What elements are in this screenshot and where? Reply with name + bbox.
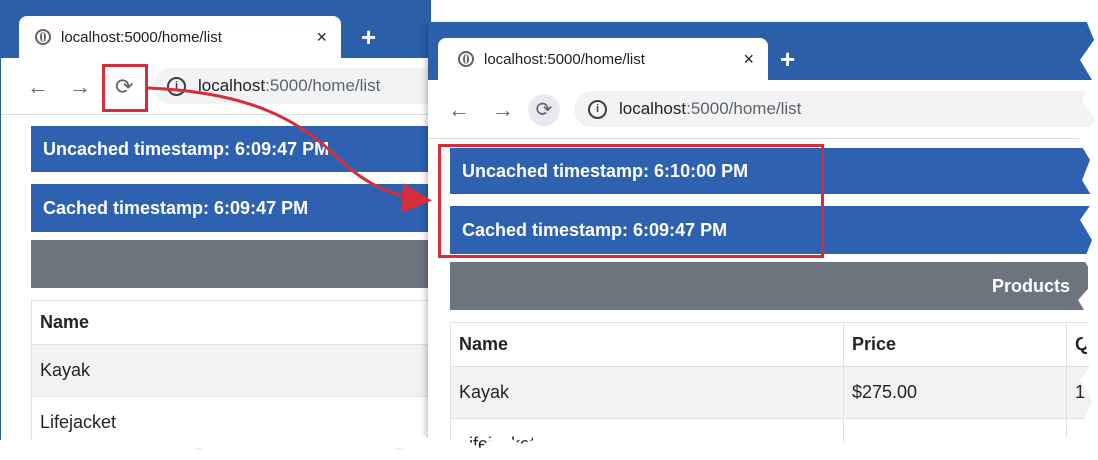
torn-edge-decoration: [0, 0, 1098, 460]
